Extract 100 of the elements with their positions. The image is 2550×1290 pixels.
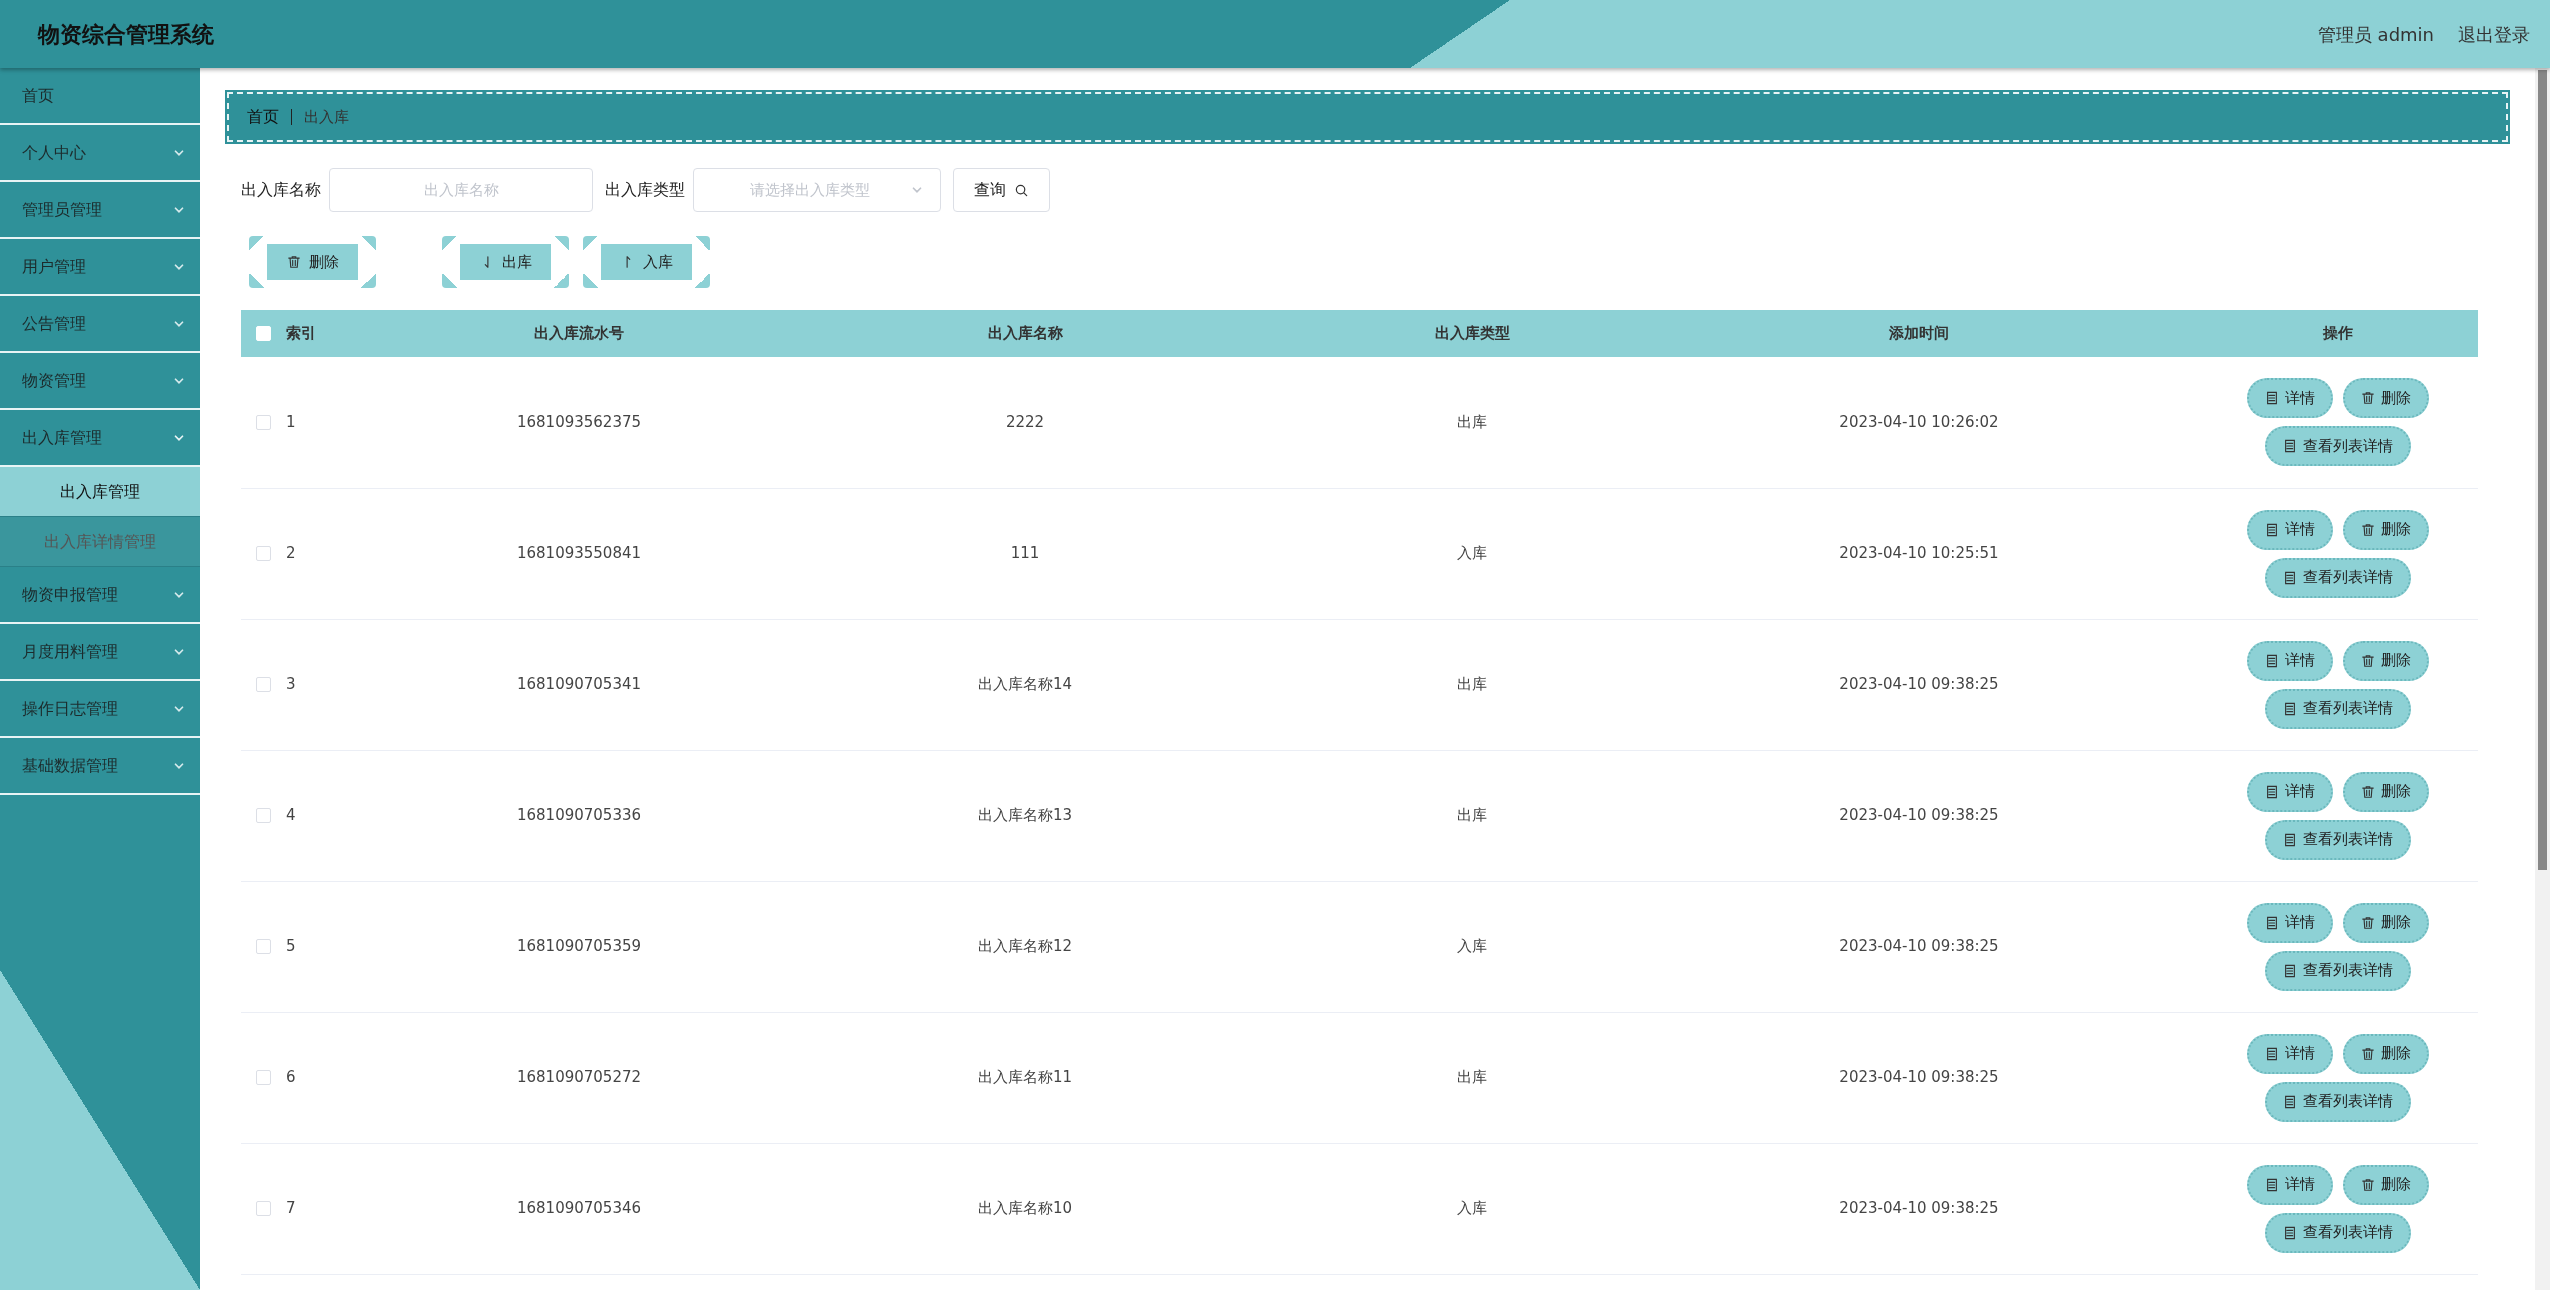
trash-icon (2360, 653, 2375, 668)
inbound-button[interactable]: 入库 (583, 236, 710, 288)
delete-button[interactable]: 删除 (2342, 1033, 2429, 1074)
table-cell: 7 (286, 1143, 411, 1274)
table-cell: 1681090705336 (411, 750, 747, 881)
document-icon (2264, 653, 2279, 668)
breadcrumb-current: 出入库 (304, 106, 349, 128)
document-icon (2282, 570, 2297, 585)
trash-icon (2360, 391, 2375, 406)
table-cell: 2023-04-10 09:38:25 (1641, 750, 2197, 881)
table-cell: 出库 (1303, 619, 1641, 750)
document-icon (2282, 832, 2297, 847)
search-icon (1014, 182, 1029, 198)
sidebar-item[interactable]: 管理员管理 (0, 182, 200, 239)
delete-button[interactable]: 删除 (2342, 1164, 2429, 1205)
delete-button[interactable]: 删除 (249, 236, 376, 288)
column-header: 索引 (286, 310, 411, 357)
row-checkbox[interactable] (256, 1070, 271, 1086)
scrollbar[interactable] (2535, 68, 2550, 1290)
list-details-button[interactable]: 查看列表详情 (2264, 1212, 2411, 1253)
document-icon (2282, 701, 2297, 716)
document-icon (2264, 784, 2279, 799)
table-cell: 1681090705359 (411, 881, 747, 1012)
trash-icon (2360, 915, 2375, 930)
list-details-button[interactable]: 查看列表详情 (2264, 688, 2411, 729)
table-cell: 2023-04-10 09:38:25 (1641, 619, 2197, 750)
sidebar-item[interactable]: 物资申报管理 (0, 567, 200, 624)
table-cell: 出库 (1303, 357, 1641, 488)
table-cell: 6 (286, 1012, 411, 1143)
table-cell: 1 (286, 357, 411, 488)
table-cell: 2023-04-10 09:38:25 (1641, 1012, 2197, 1143)
breadcrumb-link[interactable]: 首页 (247, 105, 279, 129)
table-cell: 1681090705341 (411, 619, 747, 750)
app-title: 物资综合管理系统 (38, 20, 214, 49)
details-button[interactable]: 详情 (2246, 1164, 2333, 1205)
trash-icon (2360, 784, 2375, 799)
document-icon (2282, 963, 2297, 978)
table-cell: 出入库名称12 (747, 881, 1303, 1012)
sidebar-item[interactable]: 公告管理 (0, 296, 200, 353)
row-checkbox[interactable] (256, 415, 271, 430)
delete-button[interactable]: 删除 (2342, 771, 2429, 812)
table-cell: 出入库名称11 (747, 1012, 1303, 1143)
table-cell: 5 (286, 881, 411, 1012)
column-header: 出入库名称 (747, 310, 1303, 357)
details-button[interactable]: 详情 (2246, 640, 2333, 681)
delete-button[interactable]: 删除 (2342, 378, 2429, 419)
delete-button[interactable]: 删除 (2342, 902, 2429, 943)
list-details-button[interactable]: 查看列表详情 (2264, 1081, 2411, 1122)
row-checkbox[interactable] (256, 677, 271, 693)
search-button[interactable]: 查询 (953, 168, 1050, 212)
table-cell: 2 (286, 488, 411, 619)
input-field[interactable]: 出入库名称 (329, 168, 593, 212)
list-details-button[interactable]: 查看列表详情 (2264, 819, 2411, 860)
row-checkbox[interactable] (256, 939, 271, 955)
column-header: 出入库类型 (1303, 310, 1641, 357)
field-label: 出入库名称 (241, 179, 321, 201)
row-checkbox[interactable] (256, 1201, 271, 1217)
table-cell: 1681090705272 (411, 1012, 747, 1143)
document-icon (2264, 915, 2279, 930)
details-button[interactable]: 详情 (2246, 1033, 2333, 1074)
sidebar-item[interactable]: 月度用料管理 (0, 624, 200, 681)
table-cell: 111 (747, 488, 1303, 619)
table-cell: 3 (286, 619, 411, 750)
select-all-checkbox[interactable] (256, 326, 271, 342)
trash-icon (2360, 522, 2375, 537)
table-cell: 出库 (1303, 1012, 1641, 1143)
sidebar-item[interactable]: 个人中心 (0, 125, 200, 182)
table-cell: 出入库名称13 (747, 750, 1303, 881)
sidebar-item[interactable]: 物资管理 (0, 353, 200, 410)
table-cell: 2222 (747, 357, 1303, 488)
table-cell: 2023-04-10 09:38:25 (1641, 1143, 2197, 1274)
sidebar-item[interactable]: 基础数据管理 (0, 738, 200, 795)
details-button[interactable]: 详情 (2246, 771, 2333, 812)
table-cell: 4 (286, 750, 411, 881)
delete-button[interactable]: 删除 (2342, 640, 2429, 681)
row-checkbox[interactable] (256, 808, 271, 824)
details-button[interactable]: 详情 (2246, 378, 2333, 419)
column-header: 出入库流水号 (411, 310, 747, 357)
delete-button[interactable]: 删除 (2342, 509, 2429, 550)
sidebar-item[interactable]: 操作日志管理 (0, 681, 200, 738)
details-button[interactable]: 详情 (2246, 509, 2333, 550)
trash-icon (2360, 1177, 2375, 1192)
sidebar-item[interactable]: 用户管理 (0, 239, 200, 296)
column-header: 操作 (2197, 310, 2478, 357)
row-checkbox[interactable] (256, 546, 271, 562)
field-label: 出入库类型 (605, 179, 685, 201)
table-cell: 出入库名称10 (747, 1143, 1303, 1274)
details-button[interactable]: 详情 (2246, 902, 2333, 943)
list-details-button[interactable]: 查看列表详情 (2264, 950, 2411, 991)
submenu-item[interactable]: 出入库管理 (0, 467, 200, 517)
table-cell: 1681093550841 (411, 488, 747, 619)
table-cell: 入库 (1303, 1143, 1641, 1274)
list-details-button[interactable]: 查看列表详情 (2264, 426, 2411, 467)
table-cell: 2023-04-10 10:26:02 (1641, 357, 2197, 488)
list-details-button[interactable]: 查看列表详情 (2264, 557, 2411, 598)
outbound-button[interactable]: 出库 (442, 236, 569, 288)
logout-link[interactable]: 退出登录 (2458, 20, 2530, 48)
sidebar-item[interactable]: 首页 (0, 68, 200, 125)
table-cell: 2023-04-10 09:38:25 (1641, 881, 2197, 1012)
trash-icon (2360, 1046, 2375, 1061)
